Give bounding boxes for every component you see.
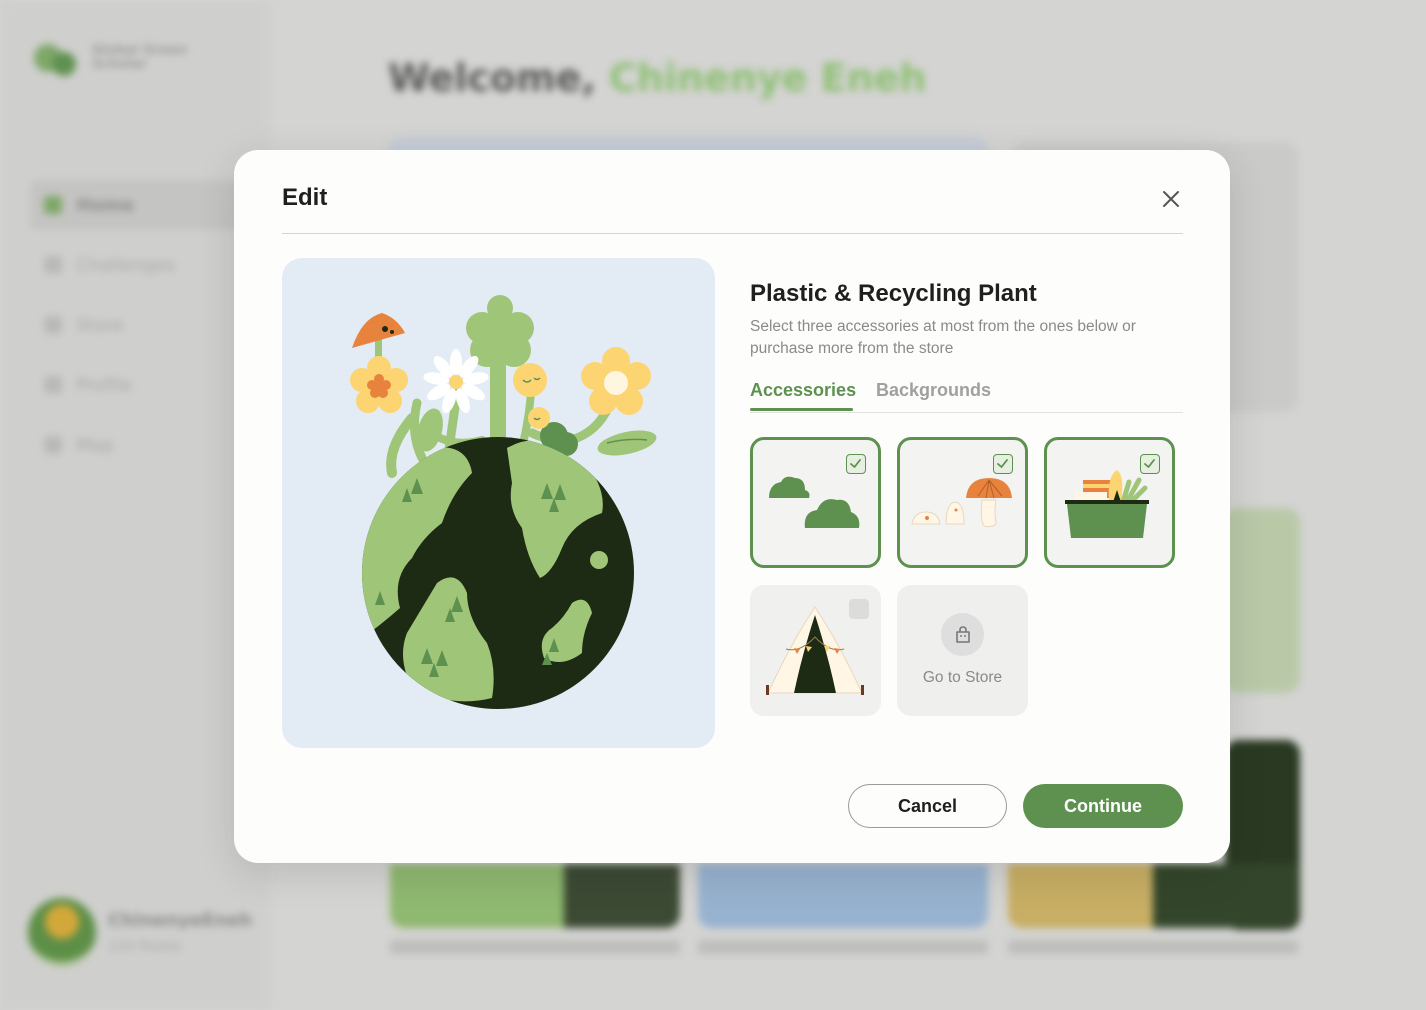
avatar	[28, 898, 96, 966]
store-icon	[44, 316, 62, 334]
home-icon	[44, 196, 62, 214]
item-description: Select three accessories at most from th…	[750, 318, 1136, 357]
plant-card	[1008, 864, 1298, 928]
profile-icon	[44, 376, 62, 394]
check-icon	[850, 459, 861, 468]
plant-preview	[282, 258, 715, 748]
user-name: ChinenyeEneh	[108, 909, 253, 931]
tile-checkbox[interactable]	[846, 454, 866, 474]
accessory-tile-tent[interactable]	[750, 585, 881, 716]
check-icon	[1144, 459, 1155, 468]
check-icon	[997, 459, 1008, 468]
plant-card	[698, 864, 988, 928]
map-icon	[44, 436, 62, 454]
continue-button[interactable]: Continue	[1023, 784, 1183, 828]
tile-checkbox[interactable]	[849, 599, 869, 619]
plant-card	[390, 864, 680, 928]
challenges-icon	[44, 256, 62, 274]
accessory-tile-mushrooms[interactable]	[897, 437, 1028, 568]
accessory-tile-bushes[interactable]	[750, 437, 881, 568]
card-caption	[698, 940, 988, 954]
card-caption	[1008, 940, 1298, 954]
welcome-heading: Welcome, Chinenye Eneh	[388, 56, 927, 100]
close-icon	[1163, 191, 1179, 207]
tab-accessories[interactable]: Accessories	[750, 380, 856, 401]
app-logo	[34, 44, 76, 76]
item-title: Plastic & Recycling Plant	[750, 280, 1037, 307]
tab-backgrounds[interactable]: Backgrounds	[876, 380, 991, 401]
tab-bar: Accessories Backgrounds	[750, 376, 1183, 413]
accessory-tile-planter-box[interactable]	[1044, 437, 1175, 568]
user-profile[interactable]: ChinenyeEneh 120 Points	[28, 898, 252, 966]
active-tab-indicator	[750, 408, 853, 411]
card-caption	[390, 940, 680, 954]
app-name: Global Green Scholar	[92, 43, 188, 72]
tile-checkbox[interactable]	[1140, 454, 1160, 474]
go-to-store-label: Go to Store	[922, 669, 1003, 686]
close-button[interactable]	[1158, 186, 1184, 212]
user-points: 120 Points	[108, 938, 182, 955]
edit-modal: Edit Plastic & Recycling Plant Select th…	[234, 150, 1230, 863]
modal-title: Edit	[282, 184, 328, 211]
go-to-store-tile[interactable]: Go to Store	[897, 585, 1028, 716]
header-divider	[282, 233, 1183, 234]
tile-checkbox[interactable]	[993, 454, 1013, 474]
sidebar: Global Green Scholar Home Challenges Sto…	[0, 0, 270, 1010]
shopping-bag-icon	[941, 613, 984, 656]
earth-plant-illustration	[350, 295, 657, 709]
plant-card	[1225, 508, 1300, 693]
cancel-button[interactable]: Cancel	[848, 784, 1007, 828]
